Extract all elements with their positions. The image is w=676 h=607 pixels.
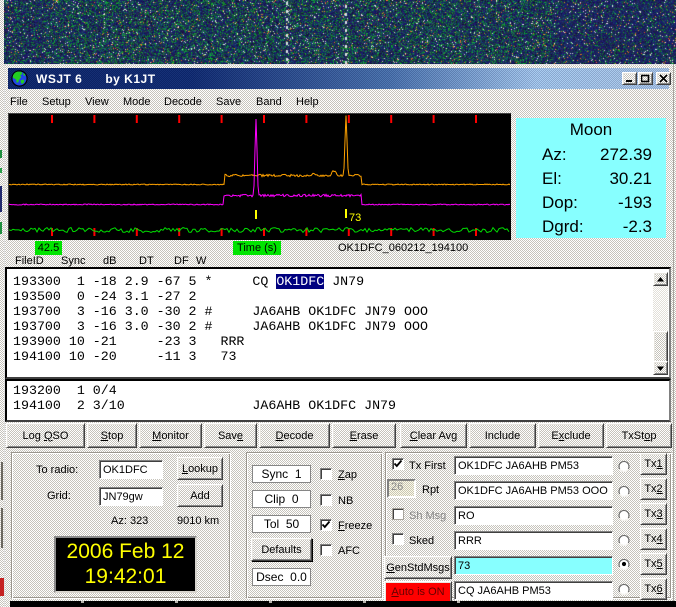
svg-text:73: 73 bbox=[349, 212, 361, 224]
